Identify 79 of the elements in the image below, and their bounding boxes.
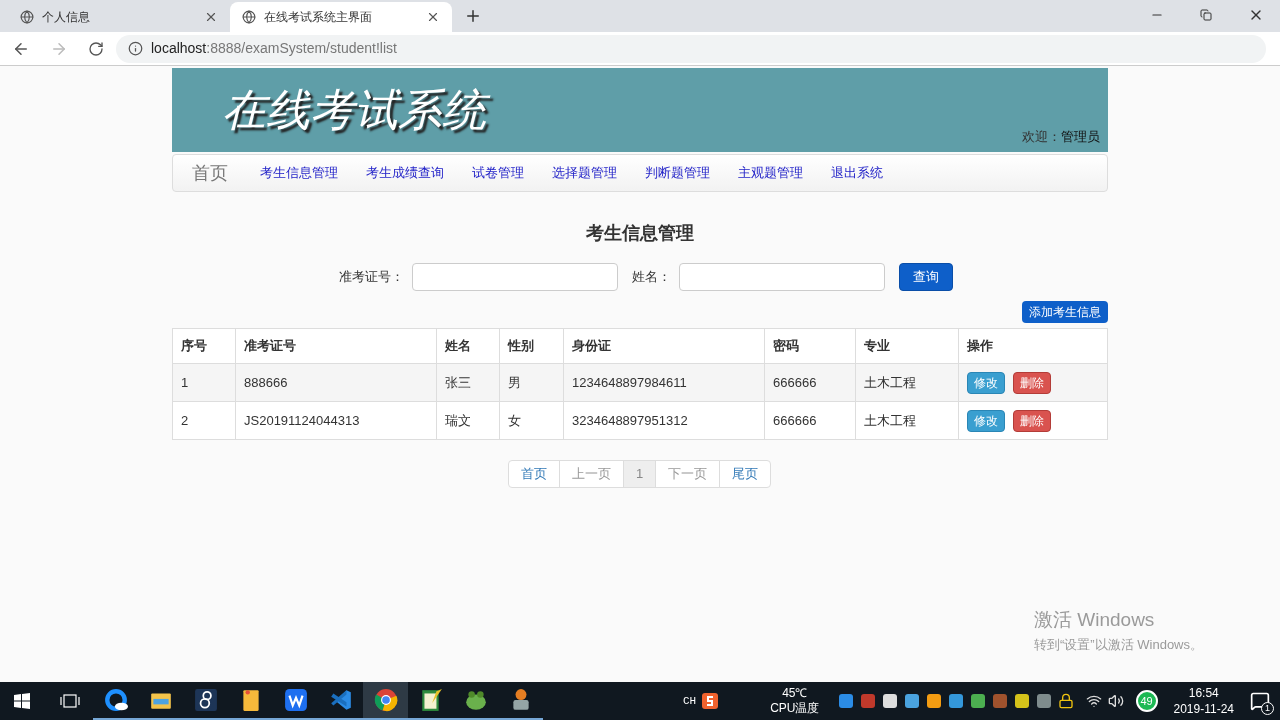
url-host: localhost (151, 39, 207, 58)
reload-icon[interactable] (88, 40, 104, 57)
lock-icon[interactable] (1057, 693, 1074, 709)
search-field[interactable] (412, 263, 618, 291)
pagination-link[interactable]: 尾页 (719, 460, 772, 488)
globe-icon (20, 10, 34, 24)
column-header: 姓名 (436, 328, 500, 364)
table-cell: 666666 (764, 363, 856, 402)
tab-title: 个人信息 (42, 9, 91, 26)
chrome-icon (373, 688, 398, 712)
column-header: 专业 (855, 328, 959, 364)
column-header: 密码 (764, 328, 856, 364)
table-cell: 土木工程 (855, 401, 959, 440)
new-tab-icon[interactable] (464, 7, 482, 25)
delete-button[interactable]: 删除 (1013, 371, 1051, 394)
nav-link[interactable]: 考生成绩查询 (366, 163, 444, 183)
nav-brand[interactable]: 首页 (192, 159, 228, 187)
table-cell: 土木工程 (855, 363, 959, 402)
table-cell: 666666 (764, 401, 856, 440)
site-title: 在线考试系统 (218, 80, 500, 144)
column-header: 序号 (172, 328, 236, 364)
notification-count: 1 (1261, 702, 1274, 715)
nav-link[interactable]: 考生信息管理 (260, 163, 338, 183)
globe-icon (242, 10, 256, 24)
table-cell: 1 (172, 363, 236, 402)
script-eight-icon (193, 688, 218, 712)
nav-link[interactable]: 退出系统 (831, 163, 883, 183)
column-header: 身份证 (563, 328, 765, 364)
table-cell: JS20191124044313 (235, 401, 437, 440)
browser-tab[interactable]: 在线考试系统主界面 (230, 2, 452, 32)
table-cell: 1234648897984611 (563, 363, 765, 402)
code-editor-icon (328, 688, 353, 712)
page-heading: 考生信息管理 (586, 222, 694, 245)
nav-link[interactable]: 试卷管理 (472, 163, 524, 183)
volume-icon[interactable] (1107, 693, 1124, 709)
table-cell: 张三 (436, 363, 500, 402)
address-field[interactable]: localhost:8888/examSystem/student!list (116, 34, 1266, 63)
nav-link[interactable]: 判断题管理 (645, 163, 710, 183)
activation-text: 转到“设置”以激活 Windows。 (1034, 635, 1203, 654)
table-cell: 2 (172, 401, 236, 440)
delete-button[interactable]: 删除 (1013, 409, 1051, 432)
close-icon[interactable] (426, 10, 440, 24)
tab-title: 在线考试系统主界面 (264, 9, 373, 26)
welcome-text: 欢迎：管理员 (1022, 127, 1100, 146)
bird-icon (463, 688, 488, 712)
q-browser-icon (103, 688, 128, 712)
close-icon[interactable] (204, 10, 218, 24)
table-cell: 男 (499, 363, 564, 402)
search-button[interactable]: 查询 (899, 263, 953, 291)
field-label: 姓名： (632, 268, 671, 287)
restore-icon[interactable] (1200, 9, 1212, 21)
column-header: 操作 (958, 328, 1108, 364)
taskbar-app[interactable] (363, 682, 408, 720)
table-cell: 瑞文 (436, 401, 500, 440)
field-label: 准考证号： (339, 268, 404, 287)
activation-title: 激活 Windows (1034, 608, 1156, 632)
wps-icon (283, 688, 308, 712)
search-field[interactable] (679, 263, 885, 291)
windows-start-icon[interactable] (14, 693, 30, 709)
clock-time[interactable]: 16:54 (1188, 685, 1219, 701)
browser-tab[interactable]: 个人信息 (8, 2, 230, 32)
cpu-temperature-label: CPU温度 (770, 701, 820, 716)
ime-indicator[interactable]: CH (682, 692, 697, 710)
nav-link[interactable]: 主观题管理 (738, 163, 803, 183)
add-button[interactable]: 添加考生信息 (1022, 301, 1108, 323)
nav-link[interactable]: 选择题管理 (552, 163, 617, 183)
column-header: 准考证号 (235, 328, 437, 364)
task-view-icon[interactable] (60, 693, 80, 709)
wifi-icon[interactable] (1085, 693, 1102, 709)
sogou-icon[interactable] (702, 693, 719, 709)
info-icon (128, 41, 143, 56)
cpu-temperature: 45℃ (782, 686, 808, 701)
table-cell: 888666 (235, 363, 437, 402)
column-header: 性别 (499, 328, 564, 364)
table-cell: 3234648897951312 (563, 401, 765, 440)
clock-date[interactable]: 2019-11-24 (1173, 701, 1234, 717)
table-cell: 女 (499, 401, 564, 440)
url-path: :8888/examSystem/student!list (206, 39, 397, 58)
pagination-link[interactable]: 首页 (507, 460, 560, 488)
